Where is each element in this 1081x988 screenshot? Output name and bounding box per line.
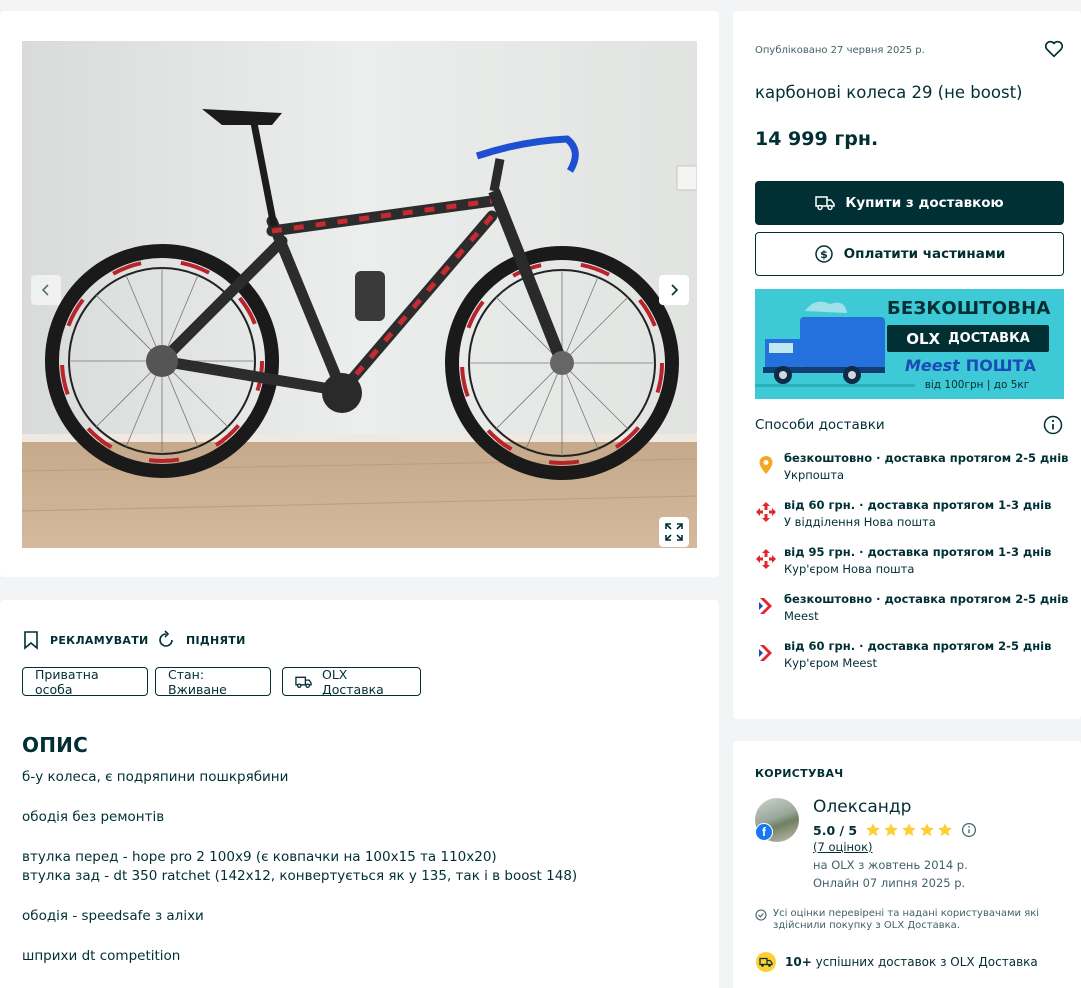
published-date: Опубліковано 27 червня 2025 р. — [755, 45, 925, 56]
deliveries-text: успішних доставок з OLX Доставка — [815, 955, 1038, 969]
offer-panel: Опубліковано 27 червня 2025 р. карбонові… — [733, 11, 1081, 719]
deliveries-count: 10+ — [785, 955, 812, 969]
seller-card: КОРИСТУВАЧ f Олександр 5.0 / 5 (7 оцінок… — [733, 741, 1081, 988]
raise-label: ПІДНЯТИ — [186, 633, 246, 647]
nova-poshta-icon — [756, 502, 776, 522]
expand-icon — [665, 523, 683, 541]
olx-logo: OLX — [906, 329, 941, 348]
delivery-option-main: безкоштовно · доставка протягом 2-5 днів — [784, 451, 1069, 465]
successful-deliveries: 10+ успішних доставок з OLX Доставка — [755, 951, 1038, 973]
verified-ratings-note: Усі оцінки перевірені та надані користув… — [755, 908, 1055, 932]
meest-icon — [759, 645, 772, 661]
description-paragraph: втулка перед - hope pro 2 100x9 (є ковпа… — [22, 848, 578, 885]
seller-type-tag: Приватна особа — [22, 666, 148, 697]
chevron-left-icon — [41, 284, 49, 296]
promote-button[interactable]: РЕКЛАМУВАТИ — [22, 630, 149, 650]
chevron-right-icon — [671, 284, 679, 296]
pay-in-parts-button[interactable]: $ Оплатити частинами — [755, 232, 1064, 276]
olx-delivery-tag: OLX Доставка — [282, 666, 421, 697]
delivery-option-main: від 60 грн. · доставка протягом 1-3 днів — [784, 498, 1052, 512]
banner-post-word: ПОШТА — [965, 356, 1036, 375]
last-online: Онлайн 07 липня 2025 р. — [813, 876, 966, 890]
pay-in-parts-label: Оплатити частинами — [843, 246, 1006, 262]
verified-note-text: Усі оцінки перевірені та надані користув… — [773, 908, 1040, 931]
buy-with-delivery-label: Купити з доставкою — [845, 195, 1004, 211]
svg-text:$: $ — [820, 248, 828, 261]
photo-gallery — [0, 11, 719, 577]
banner-olx-strip: OLX ДОСТАВКА — [887, 325, 1049, 352]
banner-delivery-word: ДОСТАВКА — [948, 331, 1030, 346]
star-icon — [884, 823, 899, 837]
listing-title: карбонові колеса 29 (не boost) — [755, 83, 1023, 102]
rating-value: 5.0 / 5 — [813, 822, 858, 838]
dollar-circle-icon: $ — [814, 245, 833, 263]
seller-type-label: Приватна особа — [35, 666, 99, 697]
star-icon — [920, 823, 935, 837]
prev-photo-button[interactable] — [31, 275, 61, 305]
delivery-option-main: від 60 грн. · доставка протягом 2-5 днів — [784, 639, 1052, 653]
check-circle-icon — [755, 909, 767, 921]
rating-stars — [865, 822, 953, 838]
member-since: на OLX з жовтень 2014 р. — [813, 858, 968, 872]
seller-heading: КОРИСТУВАЧ — [755, 767, 844, 780]
description-body: б-у колеса, є подряпини пошкрябини ободі… — [22, 768, 702, 967]
truck-badge-icon — [756, 952, 776, 972]
delivery-option-sub: Meest — [784, 609, 819, 623]
meest-logo: Meest — [905, 356, 960, 375]
description-paragraph: шприхи dt competition — [22, 947, 181, 964]
listing-photo[interactable] — [22, 41, 697, 548]
delivery-option-sub: Кур'єром Нова пошта — [784, 562, 915, 576]
facebook-icon: f — [755, 823, 773, 841]
info-icon[interactable] — [961, 822, 977, 838]
location-pin-icon — [759, 456, 773, 474]
next-photo-button[interactable] — [659, 275, 689, 305]
info-icon[interactable] — [1043, 415, 1063, 435]
description-paragraph: ободія без ремонтів — [22, 808, 165, 825]
delivery-option-sub: Кур'єром Meest — [784, 656, 877, 670]
rating-count-link[interactable]: (7 оцінок) — [813, 840, 873, 854]
fullscreen-button[interactable] — [659, 517, 689, 547]
description-title: ОПИС — [22, 733, 88, 757]
condition-label: Стан: Вживане — [168, 666, 227, 697]
seller-rating: 5.0 / 5 — [813, 822, 977, 838]
listing-details: РЕКЛАМУВАТИ ПІДНЯТИ Приватна особа Стан:… — [0, 600, 719, 988]
truck-icon — [815, 196, 836, 211]
promote-label: РЕКЛАМУВАТИ — [50, 633, 149, 647]
olx-delivery-label: OLX Доставка — [321, 666, 384, 697]
bookmark-icon — [24, 631, 38, 650]
star-icon — [866, 823, 881, 837]
delivery-option-sub: Укрпошта — [784, 468, 845, 482]
listing-price: 14 999 грн. — [755, 128, 879, 150]
free-delivery-banner[interactable]: БЕЗКОШТОВНА OLX ДОСТАВКА Meest ПОШТА від… — [755, 289, 1064, 399]
delivery-option-sub: У відділення Нова пошта — [784, 515, 936, 529]
description-paragraph: ободія - speedsafe з аліхи — [22, 908, 204, 925]
seller-name[interactable]: Олександр — [813, 797, 911, 817]
meest-icon — [759, 598, 772, 614]
heart-icon[interactable] — [1043, 38, 1065, 60]
delivery-methods-heading: Способи доставки — [755, 417, 885, 433]
condition-tag: Стан: Вживане — [155, 666, 271, 697]
banner-terms: від 100грн | до 5кг — [924, 379, 1030, 391]
star-icon — [902, 823, 917, 837]
delivery-option-main: безкоштовно · доставка протягом 2-5 днів — [784, 592, 1069, 606]
description-paragraph: б-у колеса, є подряпини пошкрябини — [22, 769, 289, 785]
refresh-icon — [159, 630, 173, 647]
raise-button[interactable]: ПІДНЯТИ — [156, 630, 246, 650]
banner-headline: БЕЗКОШТОВНА — [887, 298, 1051, 319]
delivery-option-main: від 95 грн. · доставка протягом 1-3 днів — [784, 545, 1052, 559]
star-icon — [938, 823, 953, 837]
truck-icon — [295, 676, 312, 688]
bicycle-photo — [22, 41, 697, 548]
buy-with-delivery-button[interactable]: Купити з доставкою — [755, 181, 1064, 225]
banner-meest-line: Meest ПОШТА — [905, 356, 1036, 375]
nova-poshta-icon — [756, 549, 776, 569]
